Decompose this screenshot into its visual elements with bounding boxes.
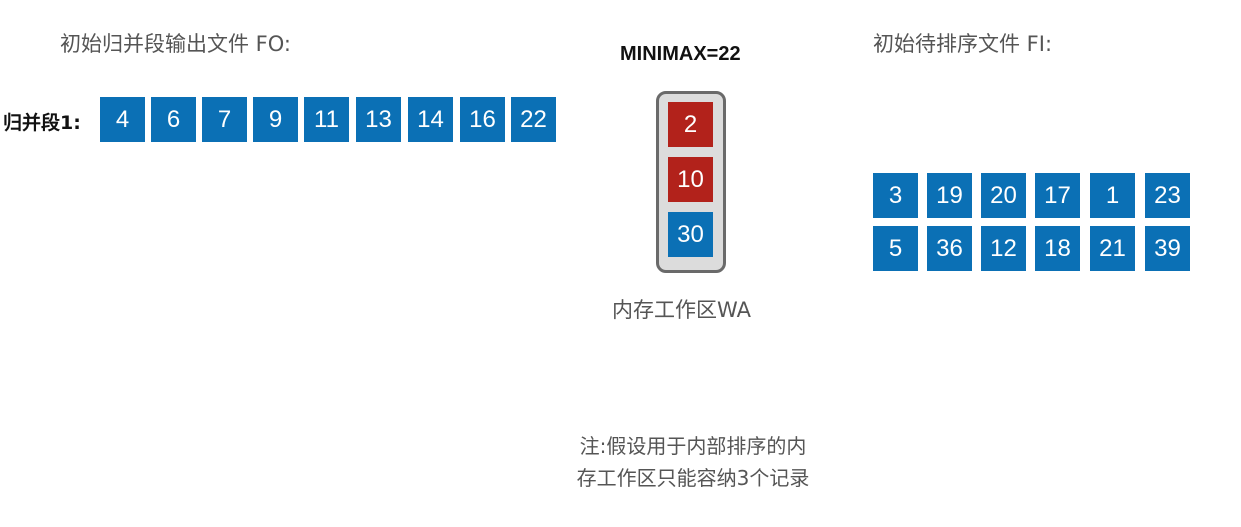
fi-title: 初始待排序文件 FI: xyxy=(873,32,1053,56)
fi-item: 5 xyxy=(873,226,918,271)
fi-item: 36 xyxy=(927,226,972,271)
segment1-item: 9 xyxy=(253,97,298,142)
fi-item: 18 xyxy=(1035,226,1080,271)
segment1-item: 11 xyxy=(304,97,349,142)
note-line: 注:假设用于内部排序的内 xyxy=(579,434,807,458)
fi-item: 12 xyxy=(981,226,1026,271)
fi-item: 39 xyxy=(1145,226,1190,271)
work-area-item: 10 xyxy=(668,157,713,202)
work-area-item: 2 xyxy=(668,102,713,147)
fi-item: 20 xyxy=(981,173,1026,218)
segment1-item: 4 xyxy=(100,97,145,142)
segment1-item: 16 xyxy=(460,97,505,142)
note: 注:假设用于内部排序的内 存工作区只能容纳3个记录 xyxy=(548,430,838,494)
segment1-item: 22 xyxy=(511,97,556,142)
fo-title: 初始归并段输出文件 FO: xyxy=(60,32,291,56)
segment1-item: 13 xyxy=(356,97,401,142)
segment1-item: 6 xyxy=(151,97,196,142)
segment1-item: 7 xyxy=(202,97,247,142)
fi-item: 21 xyxy=(1090,226,1135,271)
work-area-item: 30 xyxy=(668,212,713,257)
segment-label: 归并段1: xyxy=(3,112,81,134)
fi-item: 1 xyxy=(1090,173,1135,218)
segment1-item: 14 xyxy=(408,97,453,142)
work-area-label: 内存工作区WA xyxy=(612,298,751,322)
minimax-label: MINIMAX=22 xyxy=(620,43,741,65)
fi-item: 17 xyxy=(1035,173,1080,218)
fi-item: 23 xyxy=(1145,173,1190,218)
note-line: 存工作区只能容纳3个记录 xyxy=(576,466,810,490)
fi-item: 3 xyxy=(873,173,918,218)
fi-item: 19 xyxy=(927,173,972,218)
